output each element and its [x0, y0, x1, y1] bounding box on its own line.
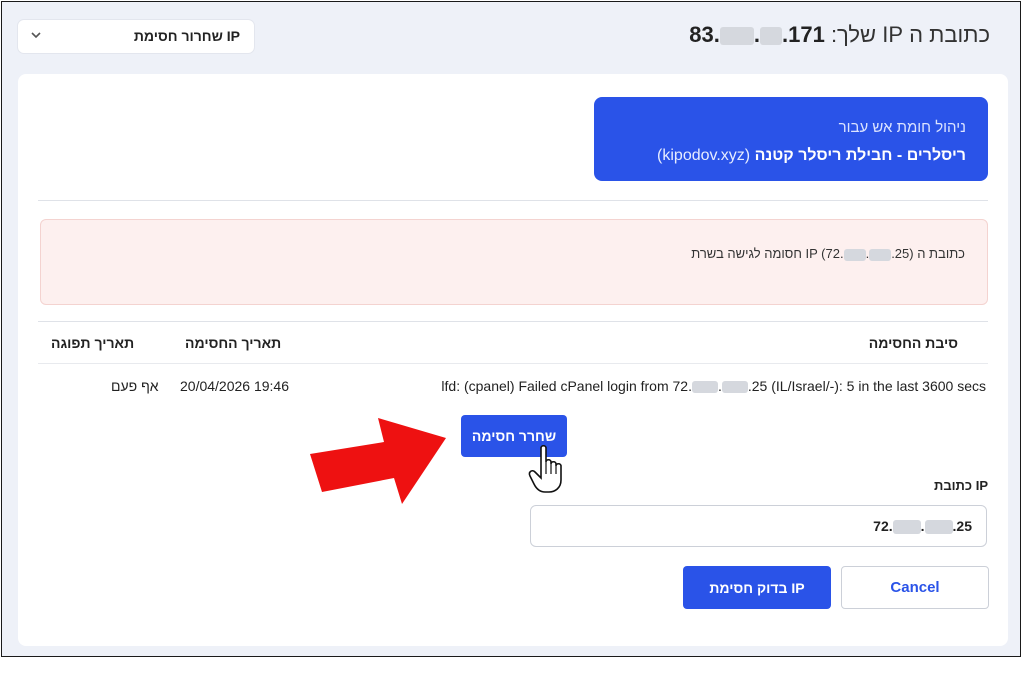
dropdown-label: שחרור חסימת IP — [133, 28, 240, 44]
main-panel: ניהול חומת אש עבור ריסלרים - חבילת ריסלר… — [18, 74, 1008, 646]
brand-domain: (kipodov.xyz) — [657, 147, 751, 164]
redacted-block — [759, 27, 782, 46]
cancel-button[interactable]: Cancel — [841, 566, 989, 609]
top-bar: כתובת ה IP שלך: 83.. .171 שחרור חסימת IP — [2, 2, 1020, 72]
brand-title-line: ריסלרים - חבילת ריסלר קטנה (kipodov.xyz) — [657, 147, 966, 165]
ip-unblock-dropdown[interactable]: שחרור חסימת IP — [18, 20, 254, 53]
firewall-brand-card: ניהול חומת אש עבור ריסלרים - חבילת ריסלר… — [594, 97, 988, 181]
divider — [38, 200, 988, 201]
ip-input[interactable]: 72.. .25 — [530, 505, 987, 547]
divider — [38, 321, 988, 322]
ip-input-value: 72.. .25 — [873, 518, 972, 535]
redacted-block — [721, 381, 748, 394]
brand-subtitle: ניהול חומת אש עבור — [838, 119, 966, 136]
brand-title: ריסלרים - חבילת ריסלר קטנה — [754, 147, 966, 164]
header-reason: סיבת החסימה — [868, 335, 958, 351]
redacted-block — [892, 520, 921, 535]
app-window: כתובת ה IP שלך: 83.. .171 שחרור חסימת IP … — [1, 1, 1021, 657]
expiry-date-cell: אף פעם — [111, 378, 159, 394]
hand-pointer-icon — [527, 444, 567, 501]
redacted-block — [869, 248, 892, 261]
header-expiry-date: תאריך תפוגה — [51, 335, 135, 351]
alert-text: כתובת ה IP (72...25) חסומה לגישה בשרת — [691, 246, 965, 261]
ip-field-label: כתובת IP — [933, 478, 988, 493]
block-reason-cell: lfd: (cpanel) Failed cPanel login from 7… — [441, 378, 986, 394]
blocked-alert: כתובת ה IP (72...25) חסומה לגישה בשרת — [40, 219, 988, 305]
redacted-block — [843, 248, 866, 261]
block-date-cell: 20/04/2026 19:46 — [180, 378, 289, 394]
check-ip-block-button[interactable]: בדוק חסימת IP — [683, 566, 831, 609]
red-arrow-icon — [306, 414, 456, 513]
redacted-block — [691, 381, 718, 394]
divider — [38, 363, 988, 364]
chevron-down-icon — [30, 27, 42, 46]
your-ip-value: 83.. .171 — [689, 22, 825, 47]
header-block-date: תאריך החסימה — [185, 335, 282, 351]
redacted-block — [924, 520, 953, 535]
your-ip-label: כתובת ה IP שלך: — [830, 22, 990, 47]
your-ip-display: כתובת ה IP שלך: 83.. .171 — [683, 22, 990, 48]
redacted-block — [719, 27, 754, 46]
